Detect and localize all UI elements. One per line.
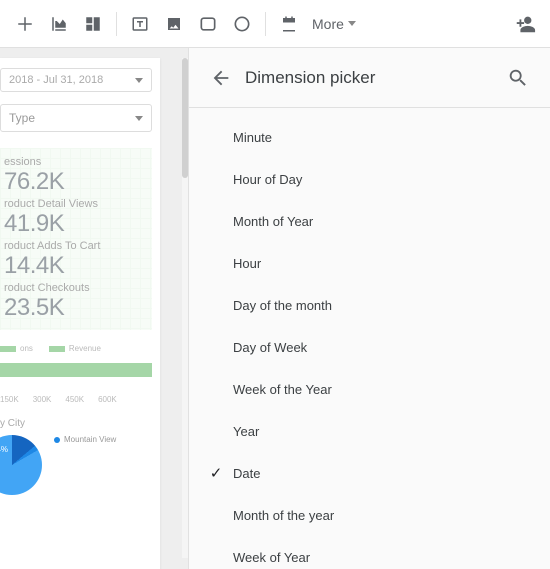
more-dropdown[interactable]: More [306, 16, 362, 32]
type-selector[interactable]: Type [0, 104, 152, 132]
toolbar: More [0, 0, 550, 48]
chart-icon[interactable] [42, 7, 76, 41]
picker-item[interactable]: Month of Year [189, 200, 550, 242]
separator [116, 12, 117, 36]
separator [265, 12, 266, 36]
chevron-down-icon [135, 116, 143, 121]
picker-item-label: Hour of Day [233, 172, 302, 187]
metric-value: 14.4K [4, 252, 148, 280]
add-person-icon[interactable] [508, 7, 542, 41]
legend-swatch [0, 346, 16, 352]
scrollbar[interactable] [182, 58, 188, 558]
picker-item-label: Month of Year [233, 214, 313, 229]
picker-item-label: Hour [233, 256, 261, 271]
align-icon[interactable] [8, 7, 42, 41]
back-button[interactable] [205, 62, 237, 94]
axis-tick: 300K [33, 395, 52, 404]
type-label: Type [9, 111, 35, 125]
metric-value: 41.9K [4, 210, 148, 238]
picker-item[interactable]: Week of the Year [189, 368, 550, 410]
date-range-selector[interactable]: 2018 - Jul 31, 2018 [0, 68, 152, 92]
metric-label: essions [4, 156, 148, 168]
search-button[interactable] [502, 62, 534, 94]
legend-dot [54, 437, 60, 443]
picker-item-label: Week of Year [233, 550, 310, 565]
picker-item-label: Month of the year [233, 508, 334, 523]
picker-item[interactable]: ✓ Date [189, 452, 550, 494]
dimension-picker-panel: Dimension picker Minute Hour of Day Month … [188, 48, 550, 569]
picker-item-label: Date [233, 466, 260, 481]
axis-tick: 450K [65, 395, 84, 404]
legend-label: ons [20, 344, 33, 353]
picker-item[interactable]: Year [189, 410, 550, 452]
picker-item[interactable]: Hour [189, 242, 550, 284]
chevron-down-icon [135, 78, 143, 83]
picker-list: Minute Hour of Day Month of Year Hour Day of… [189, 108, 550, 569]
legend-swatch [49, 346, 65, 352]
picker-item-label: Day of the month [233, 298, 332, 313]
axis-tick: 150K [0, 395, 19, 404]
bar-chart [0, 363, 152, 377]
check-icon: ✓ [203, 464, 229, 482]
picker-item-label: Year [233, 424, 259, 439]
circle-icon[interactable] [225, 7, 259, 41]
metric-label: roduct Adds To Cart [4, 240, 148, 252]
picker-title: Dimension picker [245, 68, 375, 88]
legend-label: Mountain View [64, 435, 116, 444]
axis-tick: 600K [98, 395, 117, 404]
picker-item[interactable]: Minute [189, 116, 550, 158]
axis-labels: 150K 300K 450K 600K [0, 395, 152, 404]
text-box-icon[interactable] [123, 7, 157, 41]
date-range-text: 2018 - Jul 31, 2018 [9, 74, 103, 86]
picker-item-label: Minute [233, 130, 272, 145]
metric-label: roduct Detail Views [4, 198, 148, 210]
pie-percent: 14% [0, 445, 8, 454]
picker-item-label: Week of the Year [233, 382, 332, 397]
chevron-down-icon [348, 21, 356, 26]
image-icon[interactable] [157, 7, 191, 41]
pie-chart: 14% [0, 435, 42, 495]
metric-value: 76.2K [4, 168, 148, 196]
chart-legend: ons Revenue [0, 344, 152, 353]
metric-label: roduct Checkouts [4, 282, 148, 294]
picker-item[interactable]: Hour of Day [189, 158, 550, 200]
date-range-icon[interactable] [272, 7, 306, 41]
legend-label: Revenue [69, 344, 101, 353]
report-canvas-area: 2018 - Jul 31, 2018 Type essions 76.2K r… [0, 48, 188, 569]
picker-item-label: Day of Week [233, 340, 307, 355]
layout-icon[interactable] [76, 7, 110, 41]
scorecard-grid: essions 76.2K roduct Detail Views 41.9K … [0, 148, 152, 330]
city-label: y City [0, 418, 152, 429]
metric-value: 23.5K [4, 294, 148, 322]
picker-item[interactable]: Week of Year [189, 536, 550, 569]
more-label: More [312, 16, 344, 32]
picker-header: Dimension picker [189, 48, 550, 108]
rectangle-icon[interactable] [191, 7, 225, 41]
pie-legend: Mountain View [54, 435, 116, 444]
report-canvas[interactable]: 2018 - Jul 31, 2018 Type essions 76.2K r… [0, 58, 160, 569]
picker-item[interactable]: Month of the year [189, 494, 550, 536]
picker-item[interactable]: Day of the month [189, 284, 550, 326]
picker-item[interactable]: Day of Week [189, 326, 550, 368]
